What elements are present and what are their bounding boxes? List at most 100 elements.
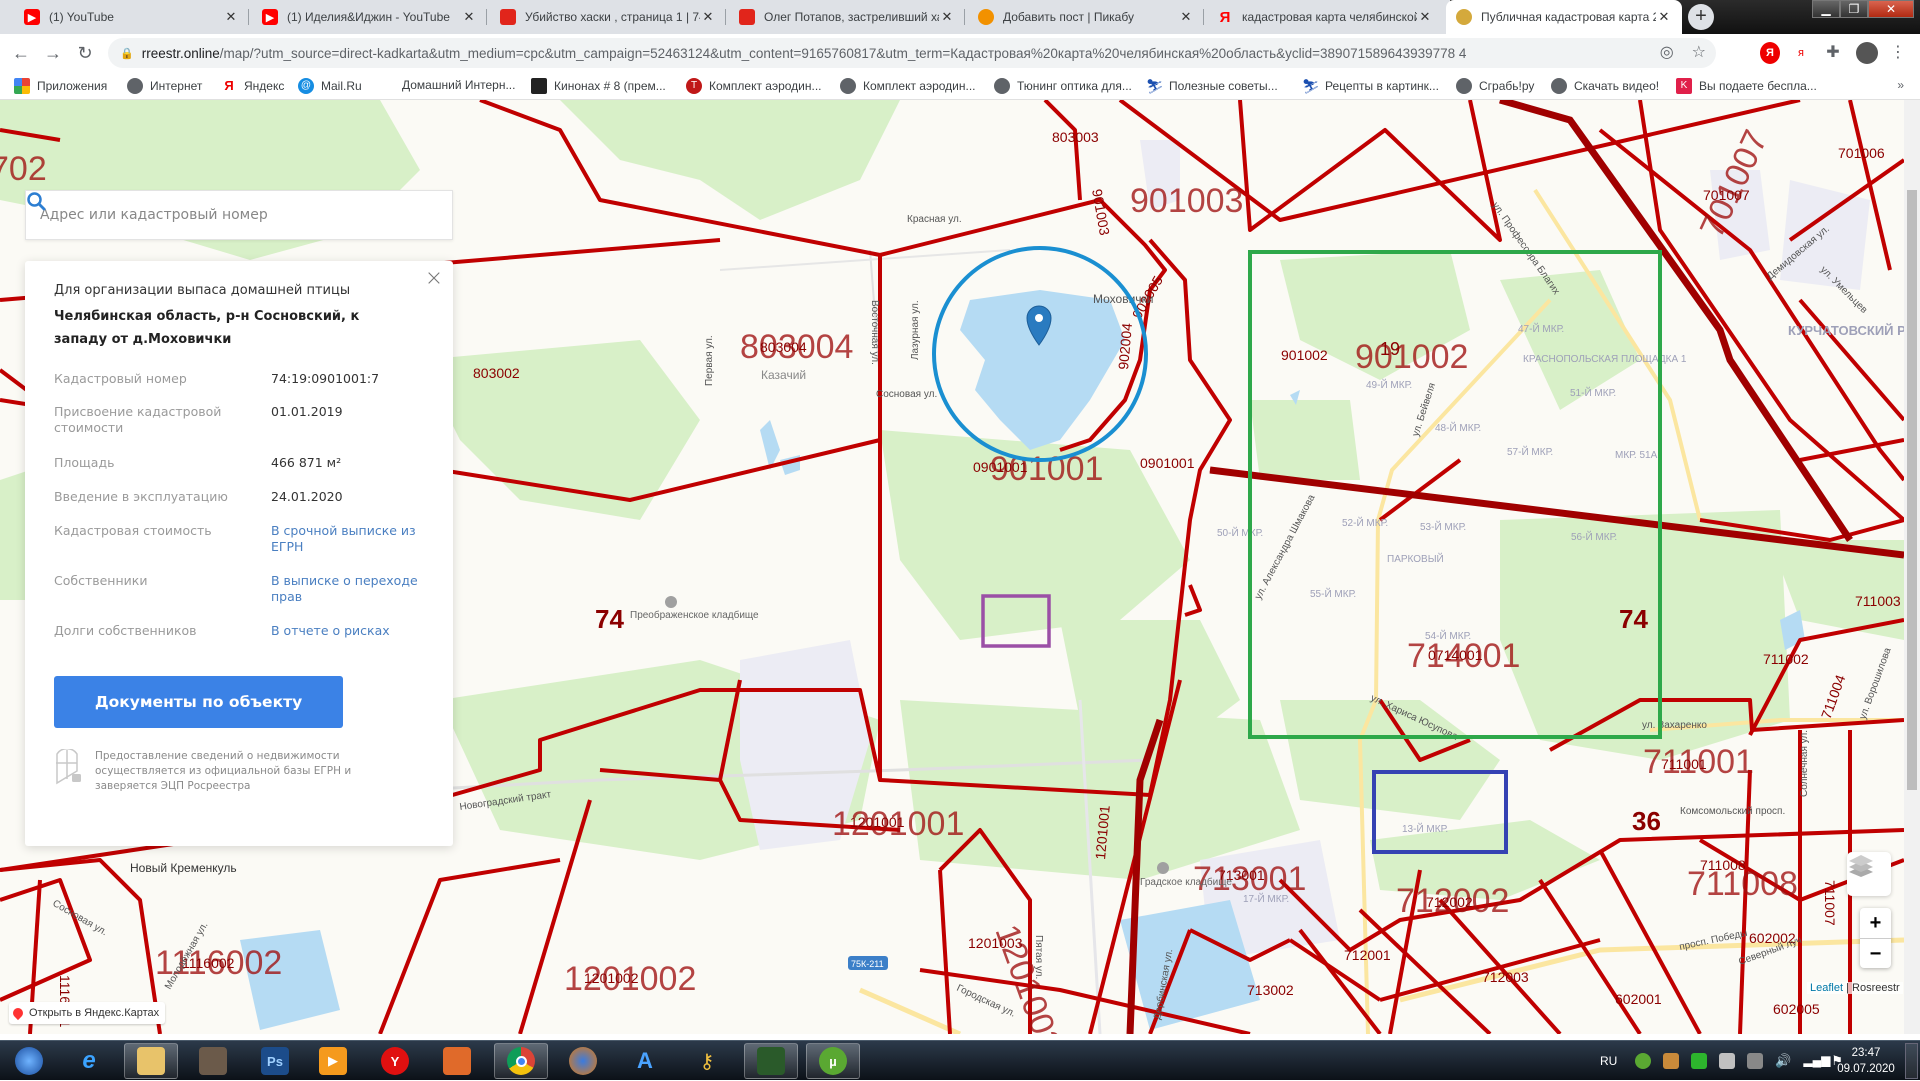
network-signal-icon[interactable]: ▂▄▆ <box>1803 1053 1830 1069</box>
back-button[interactable]: ← <box>10 42 32 64</box>
usb-safe-remove-icon[interactable] <box>1747 1053 1764 1069</box>
district-label: 54-Й МКР. <box>1425 629 1471 642</box>
risk-report-link[interactable]: В отчете о рисках <box>271 623 431 639</box>
tab-yandex-search[interactable]: Я кадастровая карта челябинской ✕ <box>1207 0 1443 34</box>
tab-youtube[interactable]: ▶ (1) YouTube ✕ <box>14 0 249 34</box>
bookmark-aerokit-2[interactable]: Комплект аэродин... <box>840 78 976 94</box>
bookmark-aerokit-1[interactable]: T Комплект аэродин... <box>686 78 822 94</box>
taskbar-media-app[interactable] <box>186 1043 240 1079</box>
taskbar-key-app[interactable]: ⚷ <box>680 1043 734 1079</box>
address-bar[interactable]: 🔒 rreestr.online/map/?utm_source=direct-… <box>108 38 1716 68</box>
bookmark-tuning[interactable]: Тюнинг оптика для... <box>994 78 1132 94</box>
taskbar-chrome[interactable] <box>494 1043 548 1079</box>
bookmark-tips[interactable]: ⛷ Полезные советы... <box>1146 78 1278 94</box>
taskbar-aimp[interactable]: A <box>618 1043 672 1079</box>
taskbar-file-explorer[interactable] <box>124 1043 178 1079</box>
street-label: ул. Бейвеля <box>1410 382 1438 438</box>
leaflet-link[interactable]: Leaflet <box>1810 982 1843 994</box>
close-tab-icon[interactable]: ✕ <box>939 9 955 25</box>
page-scrollbar[interactable] <box>1904 100 1920 1034</box>
tab-pikabu[interactable]: Добавить пост | Пикабу ✕ <box>968 0 1204 34</box>
yandex-extension-icon[interactable]: Я <box>1760 42 1780 64</box>
taskbar-firefox[interactable] <box>556 1043 610 1079</box>
tab-husky-news[interactable]: Убийство хаски , страница 1 | 74 ✕ <box>490 0 726 34</box>
media-app-icon <box>199 1047 227 1075</box>
parcel-info-panel: × Для организации выпаса домашней птицы … <box>25 261 453 846</box>
start-button[interactable] <box>2 1043 56 1079</box>
taskbar-photoshop[interactable]: Ps <box>248 1043 302 1079</box>
zoom-in-button[interactable]: + <box>1860 908 1891 938</box>
language-indicator[interactable]: RU <box>1600 1054 1617 1068</box>
extensions-puzzle-icon[interactable]: ✚ <box>1822 42 1844 64</box>
system-clock[interactable]: 23:47 09.07.2020 <box>1836 1045 1896 1077</box>
bookmark-home-internet[interactable]: Домашний Интерн... <box>402 78 515 92</box>
tab-cadastral-map[interactable]: Публичная кадастровая карта 2 ✕ <box>1446 0 1682 34</box>
bookmark-apps[interactable]: Приложения <box>14 78 107 94</box>
close-tab-icon[interactable]: ✕ <box>1656 9 1672 25</box>
bookmark-internet[interactable]: Интернет <box>127 78 202 94</box>
tray-keys-icon[interactable] <box>1719 1053 1736 1069</box>
district-label: ПАРКОВЫЙ <box>1387 552 1444 565</box>
close-tab-icon[interactable]: ✕ <box>1417 9 1433 25</box>
tab-youtube-channel[interactable]: ▶ (1) Иделия&Иджин - YouTube ✕ <box>252 0 487 34</box>
pikabu-icon <box>978 9 994 25</box>
volume-icon[interactable]: 🔊 <box>1775 1053 1791 1069</box>
taskbar-utorrent[interactable]: µ <box>806 1043 860 1079</box>
bookmark-star-icon[interactable]: ☆ <box>1692 42 1706 62</box>
zoom-out-button[interactable]: − <box>1860 938 1891 968</box>
parcel-row-cadastral-number: Кадастровый номер 74:19:0901001:7 <box>54 371 434 387</box>
tab-title: (1) Иделия&Иджин - YouTube <box>287 10 450 24</box>
layers-button[interactable] <box>1847 852 1891 896</box>
close-tab-icon[interactable]: ✕ <box>223 9 239 25</box>
tray-monitor-icon[interactable] <box>1691 1053 1708 1069</box>
bookmark-sgrab[interactable]: Сграбь!ру <box>1456 78 1534 94</box>
taskbar-photo-app[interactable] <box>430 1043 484 1079</box>
bookmark-yandex[interactable]: Я Яндекс <box>221 78 284 94</box>
taskbar-monitor-app[interactable] <box>744 1043 798 1079</box>
bookmark-kinonah[interactable]: Кинонах # 8 (прем... <box>531 78 666 94</box>
utorrent-tray-icon[interactable] <box>1635 1053 1652 1069</box>
close-window-button[interactable]: ✕ <box>1868 0 1914 18</box>
region-code-label: 36 <box>1632 806 1661 836</box>
close-tab-icon[interactable]: ✕ <box>1178 9 1194 25</box>
close-tab-icon[interactable]: ✕ <box>461 9 477 25</box>
district-label: 50-Й МКР. <box>1217 526 1263 539</box>
selected-parcel-number: 19 <box>1380 339 1400 359</box>
documents-button[interactable]: Документы по объекту <box>54 676 343 728</box>
url-path: /map/?utm_source=direct-kadkarta&utm_med… <box>219 45 1467 61</box>
bookmark-recipes[interactable]: ⛷ Рецепты в картинк... <box>1302 78 1439 94</box>
yandex-bar-icon[interactable]: я <box>1792 42 1810 64</box>
minimize-button[interactable]: ▁ <box>1812 0 1840 18</box>
location-blocked-icon[interactable]: ◎ <box>1660 42 1674 62</box>
bookmark-free-ads[interactable]: K Вы подаете беспла... <box>1676 78 1817 94</box>
reload-button[interactable]: ↻ <box>74 42 96 64</box>
bookmark-mailru[interactable]: @ Mail.Ru <box>298 78 362 94</box>
open-in-yandex-maps-button[interactable]: Открыть в Яндекс.Картах <box>9 1002 166 1024</box>
row-label: Долги собственников <box>54 623 197 638</box>
taskbar-yandex-browser[interactable]: Y <box>368 1043 422 1079</box>
profile-avatar[interactable] <box>1856 42 1878 64</box>
tray-app-icon[interactable] <box>1663 1053 1680 1069</box>
chrome-menu-icon[interactable]: ⋮ <box>1890 42 1906 64</box>
tab-potapov-news[interactable]: Олег Потапов, застреливший ха ✕ <box>729 0 965 34</box>
maximize-button[interactable]: ❐ <box>1840 0 1868 18</box>
quarter-label-small: 0901001 <box>1140 455 1195 471</box>
search-icon[interactable] <box>27 192 452 235</box>
close-icon[interactable]: × <box>423 268 445 291</box>
district-label: 56-Й МКР. <box>1571 530 1617 543</box>
close-tab-icon[interactable]: ✕ <box>700 9 716 25</box>
taskbar-media-player[interactable]: ▶ <box>306 1043 360 1079</box>
new-tab-button[interactable]: + <box>1688 4 1714 30</box>
cadastral-value-link[interactable]: В срочной выписке из ЕГРН <box>271 523 431 555</box>
show-desktop-button[interactable] <box>1905 1043 1918 1079</box>
taskbar-internet-explorer[interactable]: e <box>62 1043 116 1079</box>
forward-button[interactable]: → <box>42 42 64 64</box>
owners-link[interactable]: В выписке о переходе прав <box>271 573 431 605</box>
search-input[interactable] <box>26 191 412 239</box>
bookmarks-overflow-button[interactable]: » <box>1897 78 1904 92</box>
bookmark-download-video[interactable]: Скачать видео! <box>1551 78 1659 94</box>
cadastral-map[interactable]: 74 74 36 901003 803004 901001 901002 714… <box>0 100 1904 1034</box>
quarter-label: 901002 <box>1355 338 1468 376</box>
scrollbar-thumb[interactable] <box>1907 190 1917 790</box>
utorrent-icon: µ <box>819 1047 847 1075</box>
